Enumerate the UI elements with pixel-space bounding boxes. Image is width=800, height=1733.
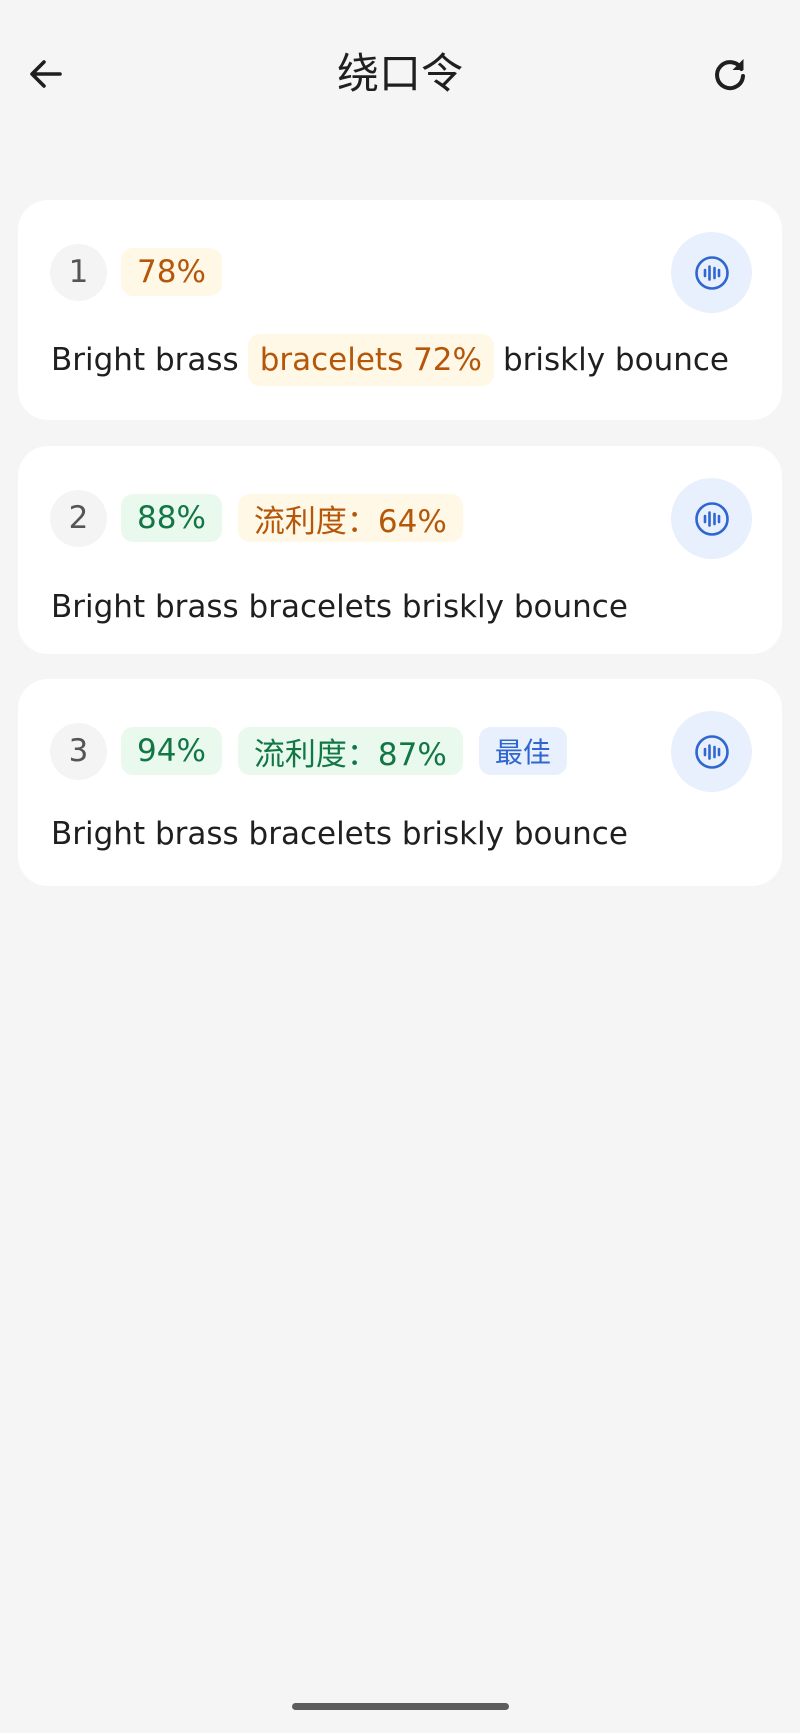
score-chip: 88% [121, 494, 222, 542]
refresh-button[interactable] [702, 46, 758, 102]
fluency-chip: 流利度：64% [237, 494, 463, 542]
attempt-meta: 2 88% 流利度：64% [50, 489, 479, 547]
audio-wave-icon [694, 501, 729, 536]
tongue-twister-sentence: Bright brass bracelets 72% briskly bounc… [51, 332, 729, 388]
attempt-card: 1 78% Bright brass bracelets 72% briskly… [18, 200, 782, 420]
attempt-meta: 1 78% [50, 243, 238, 301]
score-chip: 78% [121, 248, 222, 296]
attempt-card: 2 88% 流利度：64% Bright brass bracelets bri… [18, 446, 782, 654]
attempt-meta: 3 94% 流利度：87% 最佳 [50, 722, 583, 780]
app-header: 绕口令 [0, 0, 800, 150]
tongue-twister-sentence: Bright brass bracelets briskly bounce [51, 816, 628, 852]
page-title: 绕口令 [336, 49, 463, 98]
tongue-twister-sentence: Bright brass bracelets briskly bounce [51, 589, 628, 625]
attempt-card: 3 94% 流利度：87% 最佳 Bright brass bracelets … [18, 679, 782, 886]
audio-wave-icon [694, 734, 729, 769]
refresh-icon [715, 59, 745, 91]
best-badge: 最佳 [478, 727, 567, 775]
play-recording-button[interactable] [671, 478, 752, 559]
sentence-part: Bright brass [51, 342, 239, 378]
attempt-number: 1 [50, 243, 107, 301]
play-recording-button[interactable] [671, 711, 752, 792]
attempt-number: 2 [50, 489, 107, 547]
sentence-part: briskly bounce [502, 342, 729, 378]
fluency-chip: 流利度：87% [237, 727, 463, 775]
home-indicator[interactable] [292, 1703, 509, 1710]
audio-wave-icon [694, 255, 729, 290]
play-recording-button[interactable] [671, 232, 752, 313]
attempt-number: 3 [50, 722, 107, 780]
weak-word-highlight[interactable]: bracelets 72% [247, 334, 494, 386]
score-chip: 94% [121, 727, 222, 775]
